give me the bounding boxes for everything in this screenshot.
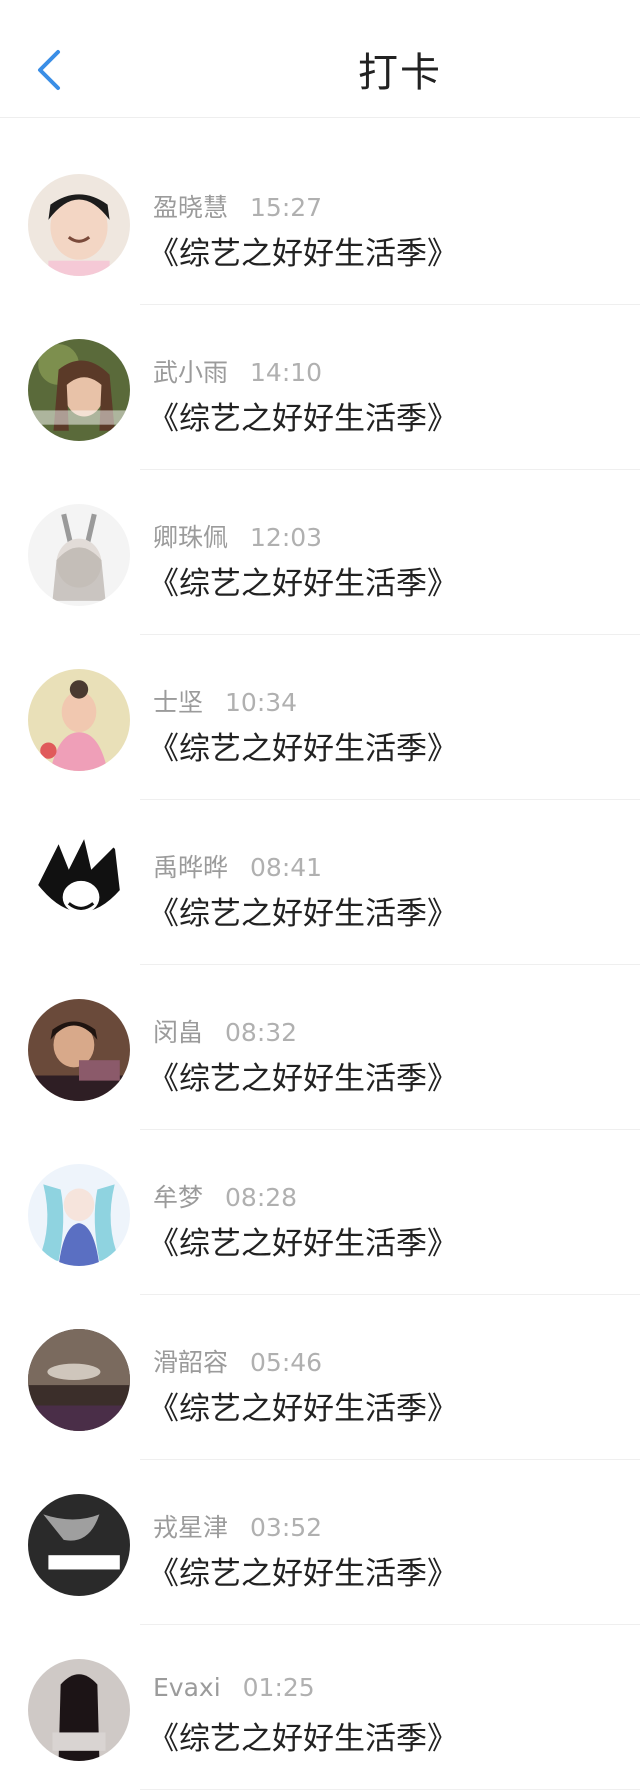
user-name: 禹晔晔 (153, 853, 229, 882)
program-title: 《综艺之好好生活季》 (148, 236, 458, 272)
list-item[interactable]: 戎星津 03:52 《综艺之好好生活季》 (0, 1460, 640, 1625)
checkin-time: 08:28 (225, 1183, 298, 1212)
avatar[interactable] (28, 1494, 130, 1596)
avatar-image-icon (28, 339, 130, 441)
list-item[interactable]: 闵畠 08:32 《综艺之好好生活季》 (0, 965, 640, 1130)
user-name: 士坚 (153, 688, 204, 717)
list-item[interactable]: 盈晓慧 15:27 《综艺之好好生活季》 (0, 140, 640, 305)
avatar[interactable] (28, 339, 130, 441)
checkin-time: 08:41 (250, 853, 323, 882)
avatar-image-icon (28, 999, 130, 1101)
avatar[interactable] (28, 1659, 130, 1761)
program-title: 《综艺之好好生活季》 (148, 1721, 458, 1757)
checkin-time: 03:52 (250, 1513, 323, 1542)
program-title: 《综艺之好好生活季》 (148, 1226, 458, 1262)
user-name: 卿珠佩 (153, 523, 229, 552)
avatar-image-icon (28, 834, 130, 936)
user-name: 盈晓慧 (153, 193, 229, 222)
avatar[interactable] (28, 669, 130, 771)
list-item[interactable]: 禹晔晔 08:41 《综艺之好好生活季》 (0, 800, 640, 965)
navigation-bar: 打卡 (0, 0, 640, 118)
avatar[interactable] (28, 504, 130, 606)
checkin-time: 14:10 (250, 358, 323, 387)
avatar-image-icon (28, 1494, 130, 1596)
program-title: 《综艺之好好生活季》 (148, 401, 458, 437)
list-item[interactable]: 牟梦 08:28 《综艺之好好生活季》 (0, 1130, 640, 1295)
user-name: 武小雨 (153, 358, 229, 387)
user-name: 牟梦 (153, 1183, 204, 1212)
list-item[interactable]: 武小雨 14:10 《综艺之好好生活季》 (0, 305, 640, 470)
avatar-image-icon (28, 1164, 130, 1266)
user-name: 戎星津 (153, 1513, 229, 1542)
list-item[interactable]: 卿珠佩 12:03 《综艺之好好生活季》 (0, 470, 640, 635)
list-item[interactable]: 滑韶容 05:46 《综艺之好好生活季》 (0, 1295, 640, 1460)
avatar-image-icon (28, 504, 130, 606)
program-title: 《综艺之好好生活季》 (148, 566, 458, 602)
avatar[interactable] (28, 174, 130, 276)
checkin-time: 05:46 (250, 1348, 323, 1377)
avatar[interactable] (28, 834, 130, 936)
avatar-image-icon (28, 174, 130, 276)
user-name: 闵畠 (153, 1018, 204, 1047)
checkin-time: 01:25 (242, 1673, 315, 1702)
program-title: 《综艺之好好生活季》 (148, 731, 458, 767)
user-name: Evaxi (153, 1673, 221, 1702)
checkin-time: 08:32 (225, 1018, 298, 1047)
avatar[interactable] (28, 1164, 130, 1266)
checkin-time: 10:34 (225, 688, 298, 717)
avatar-image-icon (28, 1659, 130, 1761)
list-item[interactable]: 士坚 10:34 《综艺之好好生活季》 (0, 635, 640, 800)
avatar-image-icon (28, 669, 130, 771)
program-title: 《综艺之好好生活季》 (148, 1391, 458, 1427)
avatar[interactable] (28, 1329, 130, 1431)
checkin-time: 15:27 (250, 193, 323, 222)
checkin-time: 12:03 (250, 523, 323, 552)
avatar-image-icon (28, 1329, 130, 1431)
user-name: 滑韶容 (153, 1348, 229, 1377)
checkin-list: 盈晓慧 15:27 《综艺之好好生活季》 武小雨 14:10 《综艺之好好生活季》 … (0, 140, 640, 1790)
program-title: 《综艺之好好生活季》 (148, 1556, 458, 1592)
list-item[interactable]: Evaxi 01:25 《综艺之好好生活季》 (0, 1625, 640, 1790)
avatar[interactable] (28, 999, 130, 1101)
program-title: 《综艺之好好生活季》 (148, 1061, 458, 1097)
page-title: 打卡 (358, 50, 442, 96)
program-title: 《综艺之好好生活季》 (148, 896, 458, 932)
